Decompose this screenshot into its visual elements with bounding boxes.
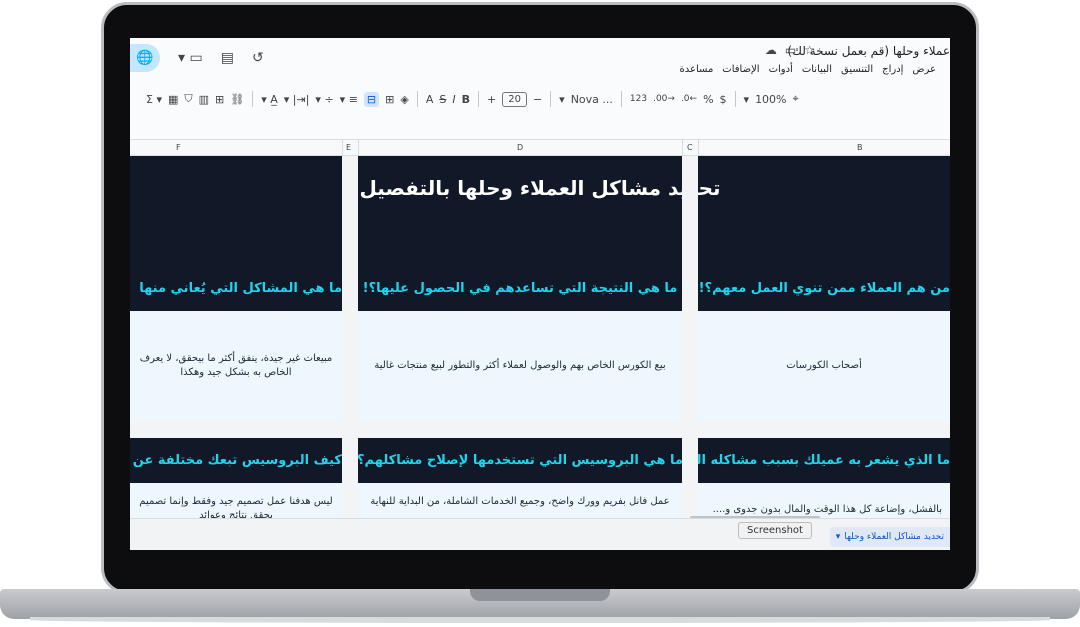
laptop-notch xyxy=(470,589,610,601)
font-size-decrease[interactable]: − xyxy=(533,93,542,106)
chart-icon[interactable]: ▥ xyxy=(199,93,209,106)
tooltip: Screenshot xyxy=(738,522,812,539)
functions-icon[interactable]: Σ ▾ xyxy=(146,93,162,106)
bold-button[interactable]: B xyxy=(462,93,470,106)
column-divider xyxy=(682,140,683,157)
chevron-down-icon[interactable]: ▾ xyxy=(836,532,841,542)
font-dropdown-icon[interactable]: ▾ xyxy=(559,93,565,106)
menu-tools[interactable]: أدوات xyxy=(769,64,793,75)
text-wrap-icon[interactable]: ▾ |⇥| xyxy=(284,93,310,106)
column-header-d[interactable]: D xyxy=(517,143,523,152)
column-c-spacer xyxy=(682,156,698,518)
menu-data[interactable]: البيانات xyxy=(802,64,832,75)
menu-help[interactable]: مساعدة xyxy=(680,64,714,75)
toolbar: Σ ▾ ▦ ⛉ ▥ ⊞ ⛓ ▾ A̲ ▾ |⇥| ▾ ÷ ▾ ≡ ⊟ ⊞ ◈ A… xyxy=(130,86,950,112)
question-cell-b1[interactable]: من هم العملاء ممن تنوي العمل معهم؟! xyxy=(698,266,950,311)
cloud-status-icon[interactable]: ☁ xyxy=(765,43,777,57)
menu-view[interactable]: عرض xyxy=(912,64,936,75)
menu-insert[interactable]: إدراج xyxy=(882,64,903,75)
answer-cell-d2[interactable]: عمل فانل بفريم وورك واضح، وجميع الخدمات … xyxy=(358,483,682,518)
column-header-f[interactable]: F xyxy=(176,143,181,152)
link-icon[interactable]: ⛓ xyxy=(230,93,244,106)
currency-button[interactable]: $ xyxy=(720,93,727,106)
laptop-shadow xyxy=(30,617,1050,623)
percent-button[interactable]: % xyxy=(703,93,713,106)
borders-icon[interactable]: ⊞ xyxy=(385,93,394,106)
filter-icon[interactable]: ⛉ xyxy=(184,92,192,106)
screen: 🌐 ▾ ▭ ▤ ↺ ☁ ▭ ☆ عملاء وحلها (قم بعمل نسخ… xyxy=(130,38,950,550)
answer-cell-f1[interactable]: مبيعات غير جيدة، ينفق أكثر ما بيحقق، لا … xyxy=(130,311,342,420)
column-divider xyxy=(342,140,343,157)
answer-cell-b1[interactable]: أصحاب الكورسات xyxy=(698,311,950,420)
strikethrough-button[interactable]: S xyxy=(439,93,446,106)
toolbar-separator xyxy=(550,91,552,107)
column-header-e[interactable]: E xyxy=(346,143,351,152)
row-spacer xyxy=(130,420,950,438)
toolbar-separator xyxy=(252,91,254,107)
question-cell-d2[interactable]: ما هي البروسيس التي تستخدمها لإصلاح مشاك… xyxy=(358,438,682,483)
sheet-tab-label: تحديد مشاكل العملاء وحلها xyxy=(844,532,944,542)
header-actions: 🌐 ▾ ▭ ▤ ↺ xyxy=(130,44,264,72)
title-bar: 🌐 ▾ ▭ ▤ ↺ ☁ ▭ ☆ عملاء وحلها (قم بعمل نسخ… xyxy=(130,38,950,80)
column-divider xyxy=(698,140,699,157)
answer-cell-d1[interactable]: بيع الكورس الخاص بهم والوصول لعملاء أكثر… xyxy=(358,311,682,420)
text-color-button[interactable]: A xyxy=(426,93,434,106)
sheet-tab-active[interactable]: تحديد مشاكل العملاء وحلها ▾ xyxy=(829,527,950,547)
question-cell-f2[interactable]: كيف البروسيس تبعك مختلفة عن xyxy=(130,438,342,483)
question-cell-b2[interactable]: ما الذي يشعر به عميلك بسبب مشاكله السابق… xyxy=(698,438,950,483)
sheet-tabs-bar: تحديد مشاكل العملاء وحلها ▾ xyxy=(130,518,950,550)
toolbar-separator xyxy=(620,91,622,107)
fill-color-icon[interactable]: ◈ xyxy=(400,93,408,106)
column-headers: F E D C B xyxy=(130,139,950,157)
increase-decimal-button[interactable]: .00→ xyxy=(653,94,675,104)
meet-camera-icon[interactable]: ▾ ▭ xyxy=(178,50,203,66)
share-globe-icon[interactable]: 🌐 xyxy=(130,44,160,72)
column-divider xyxy=(358,140,359,157)
zoom-dropdown-icon[interactable]: ▾ xyxy=(744,93,750,106)
decrease-decimal-button[interactable]: .0← xyxy=(681,94,697,104)
horizontal-align-icon[interactable]: ▾ ≡ xyxy=(340,93,358,106)
merge-cells-icon[interactable]: ⊟ xyxy=(363,91,380,107)
answer-cell-b2[interactable]: بالفشل، وإضاعة كل هذا الوقت والمال بدون … xyxy=(698,483,950,518)
column-header-b[interactable]: B xyxy=(857,143,863,152)
history-icon[interactable]: ↺ xyxy=(252,50,264,66)
column-header-c[interactable]: C xyxy=(687,143,693,152)
menu-extensions[interactable]: الإضافات xyxy=(722,64,759,75)
font-size-increase[interactable]: + xyxy=(487,93,496,106)
toolbar-separator xyxy=(477,91,479,107)
menu-bar: عرض إدراج التنسيق البيانات أدوات الإضافا… xyxy=(680,64,936,75)
answer-cell-f2[interactable]: ليس هدفنا عمل تصميم جيد وفقط وإنما تصميم… xyxy=(130,483,342,518)
font-size-input[interactable]: 20 xyxy=(502,91,527,107)
question-cell-f1[interactable]: ما هي المشاكل التي يُعاني منها xyxy=(130,266,342,311)
comments-icon[interactable]: ▤ xyxy=(221,50,234,66)
toolbar-separator xyxy=(416,91,418,107)
calculator-icon[interactable]: ▦ xyxy=(168,93,178,106)
paint-format-icon[interactable]: ⌖ xyxy=(793,92,799,106)
comment-add-icon[interactable]: ⊞ xyxy=(215,93,224,106)
column-e-spacer xyxy=(342,156,358,518)
sheet-grid[interactable]: تحديد مشاكل العملاء وحلها بالتفصيل ما هي… xyxy=(130,156,950,518)
text-rotation-icon[interactable]: ▾ A̲ xyxy=(261,93,278,106)
menu-format[interactable]: التنسيق xyxy=(841,64,873,75)
italic-button[interactable]: I xyxy=(452,93,455,106)
vertical-align-icon[interactable]: ▾ ÷ xyxy=(315,93,333,106)
document-title[interactable]: عملاء وحلها (قم بعمل نسخة لك) xyxy=(787,44,950,58)
zoom-select[interactable]: 100% xyxy=(755,93,786,106)
font-family-select[interactable]: Nova ... xyxy=(571,93,613,106)
toolbar-separator xyxy=(734,91,736,107)
question-cell-d1[interactable]: ما هي النتيجة التي تساعدهم في الحصول علي… xyxy=(358,266,682,311)
number-format-button[interactable]: 123 xyxy=(630,94,647,104)
sheet-title[interactable]: تحديد مشاكل العملاء وحلها بالتفصيل xyxy=(130,176,950,200)
